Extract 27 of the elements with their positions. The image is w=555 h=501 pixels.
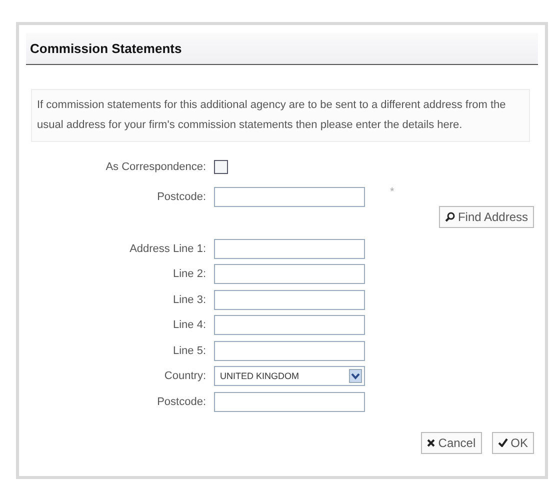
input-field[interactable] bbox=[214, 315, 365, 336]
field-label: Address Line 1: bbox=[128, 242, 207, 255]
find-address-button[interactable]: Find Address bbox=[438, 206, 534, 228]
field-label: Line 2: bbox=[172, 268, 207, 280]
country-dropdown[interactable]: UNITED KINGDOM bbox=[214, 366, 365, 386]
input-field[interactable] bbox=[214, 187, 365, 207]
cancel-button[interactable]: Cancel bbox=[421, 432, 482, 454]
required-mark: * bbox=[390, 186, 394, 198]
ok-button[interactable]: OK bbox=[492, 432, 534, 454]
input-field[interactable] bbox=[214, 290, 365, 310]
field-label: Postcode: bbox=[156, 191, 207, 203]
field-label: Country: bbox=[163, 370, 207, 382]
check-icon bbox=[498, 438, 508, 447]
input-field[interactable] bbox=[214, 264, 365, 284]
input-field[interactable] bbox=[214, 340, 365, 361]
field-label: Postcode: bbox=[156, 396, 207, 408]
close-icon bbox=[427, 438, 436, 446]
field-label: Line 3: bbox=[172, 294, 207, 306]
search-icon bbox=[444, 212, 455, 222]
panel-title: Commission Statements bbox=[30, 41, 182, 56]
field-label: As Correspondence: bbox=[104, 161, 207, 173]
field-label: Line 5: bbox=[172, 344, 207, 357]
input-field[interactable] bbox=[214, 392, 365, 412]
input-field[interactable] bbox=[214, 238, 365, 259]
checkbox[interactable] bbox=[214, 160, 228, 174]
info-text: If commission statements for this additional agency are to be sent to a different address from the usual address for your firm's commission statements then please enter the details here. bbox=[37, 99, 506, 130]
field-label: Line 4: bbox=[172, 319, 207, 332]
